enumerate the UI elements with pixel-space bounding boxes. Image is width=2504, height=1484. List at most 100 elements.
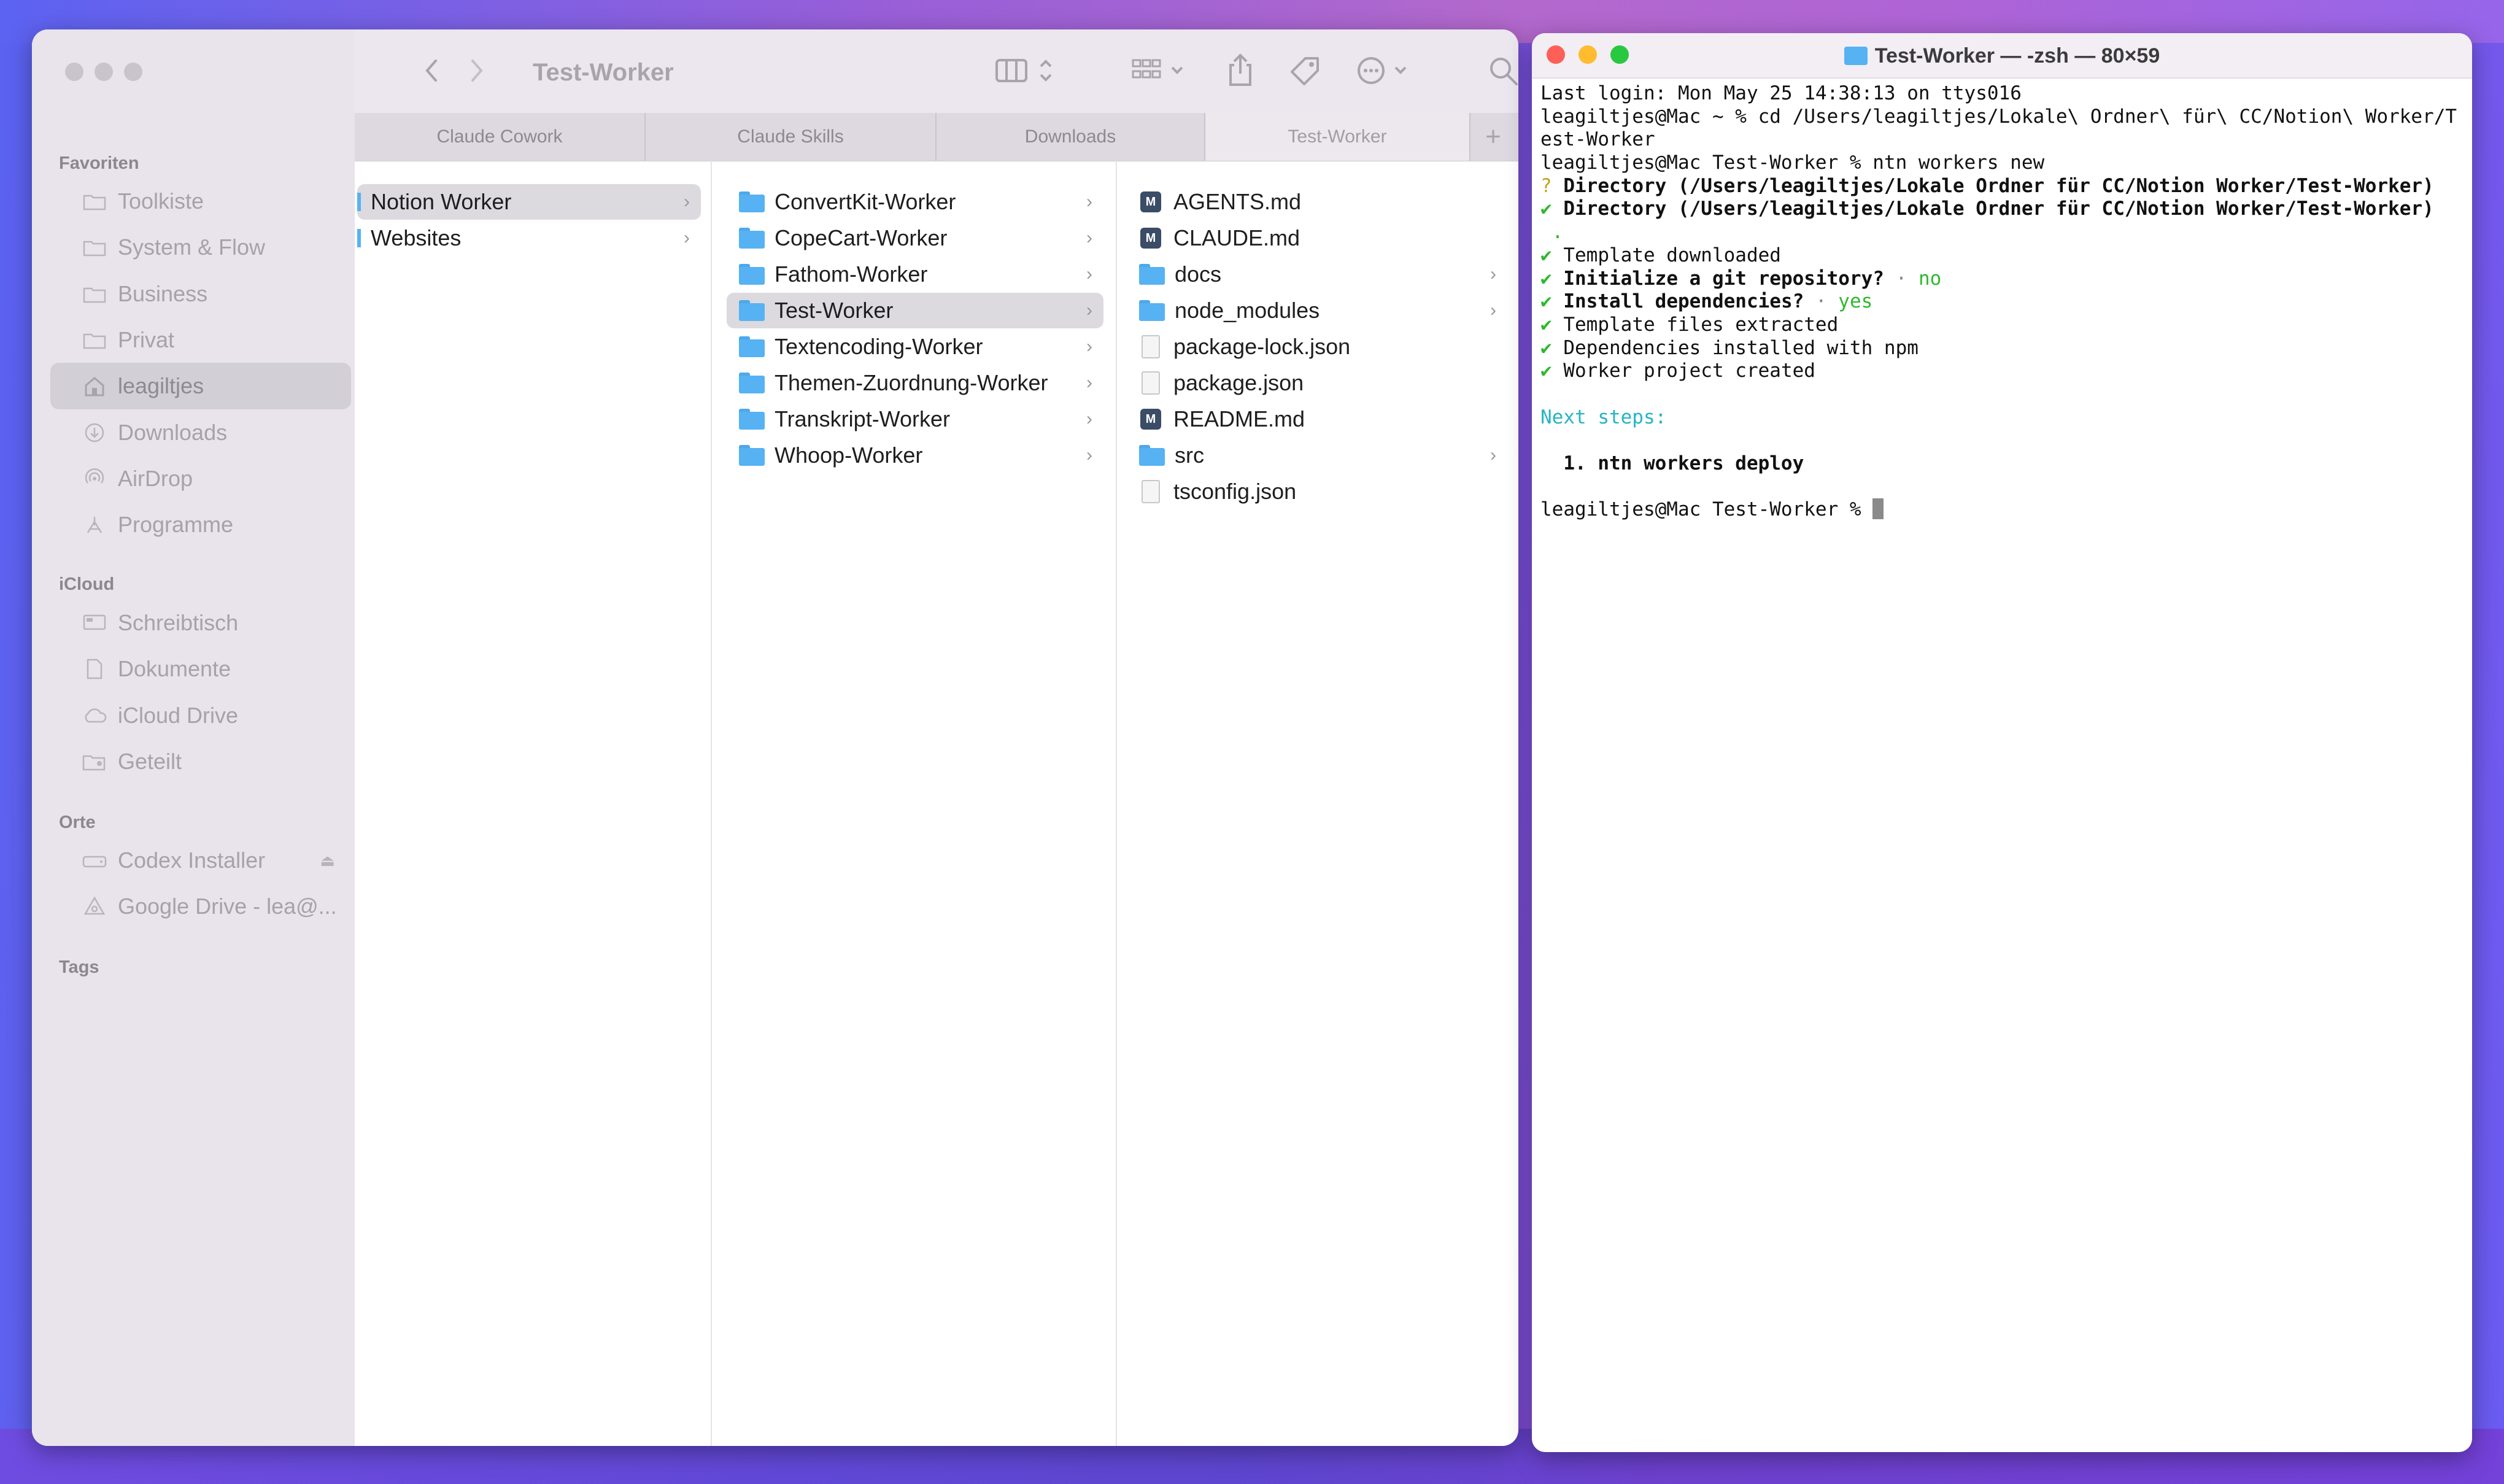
- sidebar-item-label: leagiltjes: [118, 373, 204, 399]
- folder-icon: [357, 229, 361, 247]
- list-item-claude-md[interactable]: M CLAUDE.md: [1127, 220, 1507, 256]
- chevron-right-icon: ›: [1086, 228, 1092, 248]
- tab-claude-skills[interactable]: Claude Skills: [646, 113, 937, 161]
- forward-icon[interactable]: [462, 55, 492, 86]
- terminal-line: ? Directory (/Users/leagiltjes/Lokale Or…: [1540, 174, 2434, 197]
- folder-icon: [357, 193, 361, 211]
- sidebar-item-google-drive-lea[interactable]: Google Drive - lea@...: [50, 883, 351, 930]
- terminal-line: leagiltjes@Mac Test-Worker %: [1540, 498, 2460, 522]
- back-icon[interactable]: [416, 55, 447, 86]
- minimize-button[interactable]: [95, 63, 113, 81]
- document-icon: [1142, 371, 1160, 395]
- eject-icon[interactable]: ⏏: [320, 851, 335, 870]
- view-columns-icon[interactable]: [993, 55, 1061, 86]
- terminal-line: ✔ Worker project created: [1540, 360, 1815, 382]
- terminal-window: Test-Worker — -zsh — 80×59 Last login: M…: [1532, 33, 2472, 1452]
- zoom-button[interactable]: [124, 63, 142, 81]
- sidebar-item-toolkiste[interactable]: Toolkiste: [50, 178, 351, 225]
- chevron-right-icon: ›: [1490, 264, 1496, 284]
- shared-folder-icon: [81, 751, 108, 773]
- item-name: docs: [1175, 261, 1222, 287]
- item-name: Notion Worker: [371, 189, 512, 214]
- list-item-themen-zuordnung-worker[interactable]: Themen-Zuordnung-Worker ›: [727, 365, 1103, 401]
- sidebar-item-codex-installer[interactable]: Codex Installer ⏏: [50, 837, 351, 884]
- folder-icon: [81, 283, 108, 305]
- list-item-docs[interactable]: docs ›: [1127, 257, 1507, 292]
- chevron-right-icon: ›: [684, 228, 690, 248]
- markdown-file-icon: M: [1140, 228, 1161, 249]
- list-item-package-json[interactable]: package.json: [1127, 365, 1507, 401]
- tab-claude-cowork[interactable]: Claude Cowork: [355, 113, 646, 161]
- tab-test-worker[interactable]: Test-Worker: [1205, 113, 1470, 161]
- list-item-readme-md[interactable]: M README.md: [1127, 401, 1507, 437]
- list-item-transkript-worker[interactable]: Transkript-Worker ›: [727, 401, 1103, 437]
- sidebar-item-schreibtisch[interactable]: Schreibtisch: [50, 600, 351, 646]
- chevron-right-icon: ›: [1086, 409, 1092, 429]
- list-item-textencoding-worker[interactable]: Textencoding-Worker ›: [727, 329, 1103, 365]
- tab-bar: Claude Cowork Claude Skills Downloads Te…: [355, 113, 1518, 161]
- sidebar-item-label: Business: [118, 280, 208, 306]
- document-icon: [81, 658, 108, 680]
- item-name: tsconfig.json: [1173, 479, 1297, 504]
- list-item-node-modules[interactable]: node_modules ›: [1127, 293, 1507, 328]
- folder-icon: [739, 445, 765, 466]
- terminal-line: ✔ Install dependencies? · yes: [1540, 290, 1873, 313]
- sidebar-item-dokumente[interactable]: Dokumente: [50, 646, 351, 692]
- sidebar-section-favorites: Favoriten: [59, 153, 139, 173]
- sidebar-section-tags: Tags: [59, 957, 99, 977]
- list-item-package-lock-json[interactable]: package-lock.json: [1127, 329, 1507, 365]
- list-item-fathom-worker[interactable]: Fathom-Worker ›: [727, 257, 1103, 292]
- sidebar-item-label: Privat: [118, 327, 175, 352]
- sidebar-item-airdrop[interactable]: AirDrop: [50, 455, 351, 502]
- folder-icon: [81, 190, 108, 212]
- list-item-notion-worker[interactable]: Notion Worker ›: [357, 184, 701, 220]
- list-item-convertkit-worker[interactable]: ConvertKit-Worker ›: [727, 184, 1103, 220]
- download-icon: [81, 422, 108, 444]
- list-item-agents-md[interactable]: M AGENTS.md: [1127, 184, 1507, 220]
- tab-downloads[interactable]: Downloads: [937, 113, 1205, 161]
- sidebar-item-geteilt[interactable]: Geteilt: [50, 738, 351, 785]
- terminal-line: leagiltjes@Mac ~ % cd /Users/leagiltjes/…: [1540, 105, 2457, 128]
- markdown-file-icon: M: [1140, 191, 1161, 212]
- sidebar-item-system-flow[interactable]: System & Flow: [50, 224, 351, 271]
- folder-icon: [81, 236, 108, 258]
- folder-icon: [739, 191, 765, 212]
- sidebar-item-label: iCloud Drive: [118, 702, 239, 728]
- finder-window-controls: [65, 63, 142, 81]
- sidebar-item-leagiltjes[interactable]: leagiltjes: [50, 363, 351, 410]
- folder-icon: [1139, 300, 1165, 321]
- sidebar-item-label: Google Drive - lea@...: [118, 894, 337, 919]
- list-item-tsconfig-json[interactable]: tsconfig.json: [1127, 474, 1507, 509]
- document-icon: [1142, 480, 1160, 503]
- markdown-file-icon: M: [1140, 409, 1161, 430]
- list-item-copecart-worker[interactable]: CopeCart-Worker ›: [727, 220, 1103, 256]
- list-item-whoop-worker[interactable]: Whoop-Worker ›: [727, 438, 1103, 473]
- group-icon[interactable]: [1129, 55, 1191, 86]
- search-icon[interactable]: [1486, 54, 1518, 88]
- share-icon[interactable]: [1225, 52, 1256, 88]
- sidebar-item-programme[interactable]: Programme: [50, 501, 351, 548]
- tag-icon[interactable]: [1288, 54, 1322, 88]
- sidebar-section-locations: Orte: [59, 813, 96, 832]
- more-actions-icon[interactable]: [1355, 55, 1416, 86]
- close-button[interactable]: [65, 63, 83, 81]
- disk-icon: [81, 849, 108, 871]
- item-name: Fathom-Worker: [775, 261, 928, 287]
- list-item-websites[interactable]: Websites ›: [357, 220, 701, 256]
- new-tab-plus-icon[interactable]: +: [1470, 113, 1516, 161]
- list-item-test-worker[interactable]: Test-Worker ›: [727, 293, 1103, 328]
- sidebar-item-label: System & Flow: [118, 234, 266, 260]
- terminal-line: 1. ntn workers deploy: [1540, 452, 1804, 474]
- list-item-src[interactable]: src ›: [1127, 438, 1507, 473]
- desktop-icon: [81, 612, 108, 634]
- sidebar-section-icloud: iCloud: [59, 574, 115, 594]
- sidebar-item-business[interactable]: Business: [50, 271, 351, 317]
- folder-icon: [739, 409, 765, 430]
- folder-icon: [739, 336, 765, 357]
- terminal-output[interactable]: Last login: Mon May 25 14:38:13 on ttys0…: [1540, 82, 2460, 522]
- sidebar-item-privat[interactable]: Privat: [50, 317, 351, 363]
- sidebar-item-icloud-drive[interactable]: iCloud Drive: [50, 692, 351, 739]
- sidebar-item-downloads[interactable]: Downloads: [50, 409, 351, 456]
